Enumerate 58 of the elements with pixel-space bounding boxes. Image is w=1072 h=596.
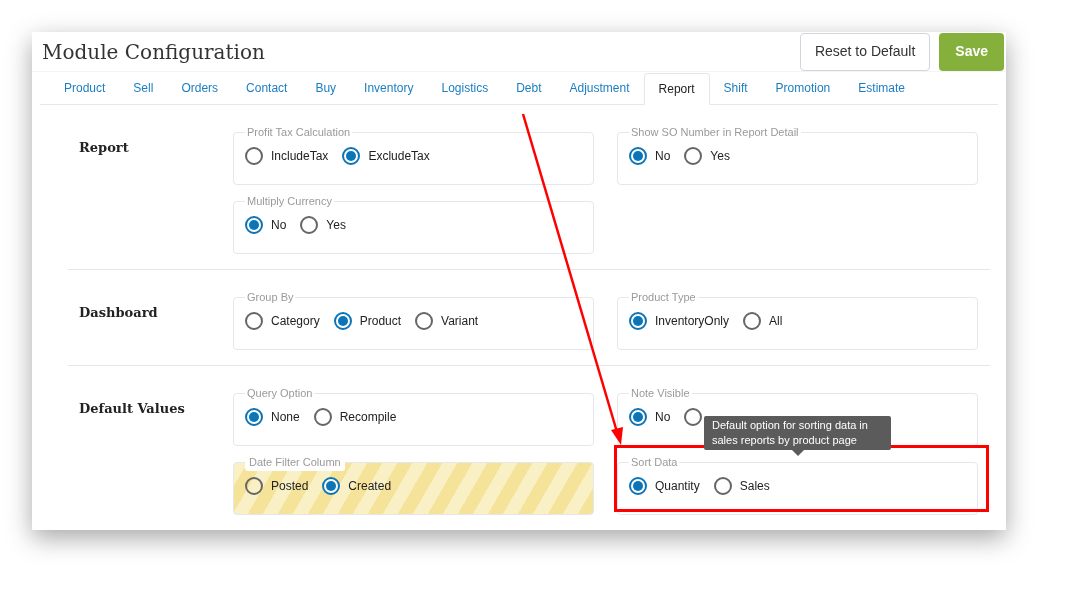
tab[interactable]: Product xyxy=(50,72,120,104)
reset-button[interactable]: Reset to Default xyxy=(799,32,931,71)
tab[interactable]: Adjustment xyxy=(555,72,644,104)
radio-button[interactable] xyxy=(713,476,732,495)
section-title: Dashboard xyxy=(78,304,158,322)
option-label: Yes xyxy=(326,216,346,234)
tab[interactable]: Estimate xyxy=(844,72,919,104)
tab[interactable]: Contact xyxy=(232,72,302,104)
tab[interactable]: Report xyxy=(643,73,710,105)
option-label: Recompile xyxy=(339,408,397,426)
page-title: Module Configuration xyxy=(42,38,265,66)
radio-button[interactable] xyxy=(245,407,263,426)
tab[interactable]: Sell xyxy=(119,72,168,104)
radio-button[interactable] xyxy=(629,476,647,495)
radio-button[interactable] xyxy=(300,215,319,234)
radio-button[interactable] xyxy=(629,146,647,165)
save-button[interactable]: Save xyxy=(939,32,1004,71)
radio-button[interactable] xyxy=(245,476,263,495)
section-title: Default Values xyxy=(78,400,185,418)
option-label: IncludeTax xyxy=(271,147,329,165)
option-label: None xyxy=(271,408,300,426)
option-label: All xyxy=(769,312,783,330)
radio-button[interactable] xyxy=(333,311,352,330)
section-title: Report xyxy=(78,139,129,157)
tooltip: Default option for sorting data in sales reports by product page xyxy=(704,416,891,450)
tooltip-pointer xyxy=(791,450,804,456)
option-label: Sales xyxy=(739,477,770,495)
radio-button[interactable] xyxy=(322,476,341,495)
tab[interactable]: Orders xyxy=(167,72,233,104)
option-label: No xyxy=(271,216,287,234)
tab[interactable]: Promotion xyxy=(761,72,845,104)
tab[interactable]: Inventory xyxy=(350,72,428,104)
option-label: No xyxy=(655,147,671,165)
option-label: ExcludeTax xyxy=(368,147,430,165)
option-label: Category xyxy=(271,312,320,330)
option-label: Created xyxy=(348,477,392,495)
option-label: InventoryOnly xyxy=(655,312,730,330)
radio-button[interactable] xyxy=(342,146,361,165)
tab[interactable]: Debt xyxy=(502,72,556,104)
radio-button[interactable] xyxy=(245,146,263,165)
tab[interactable]: Logistics xyxy=(427,72,503,104)
radio-button[interactable] xyxy=(684,146,703,165)
radio-button[interactable] xyxy=(245,311,263,330)
option-label: Posted xyxy=(271,477,309,495)
tab[interactable]: Shift xyxy=(709,72,762,104)
option-label: No xyxy=(655,408,671,426)
radio-button[interactable] xyxy=(245,215,263,234)
option-label: Yes xyxy=(710,147,730,165)
radio-button[interactable] xyxy=(415,311,434,330)
radio-button[interactable] xyxy=(629,311,647,330)
option-label: Quantity xyxy=(655,477,700,495)
radio-button[interactable] xyxy=(629,407,647,426)
radio-button[interactable] xyxy=(684,407,703,426)
option-label: Variant xyxy=(441,312,479,330)
radio-button[interactable] xyxy=(743,311,762,330)
radio-button[interactable] xyxy=(313,407,332,426)
option-label: Product xyxy=(359,312,402,330)
tab[interactable]: Buy xyxy=(301,72,351,104)
